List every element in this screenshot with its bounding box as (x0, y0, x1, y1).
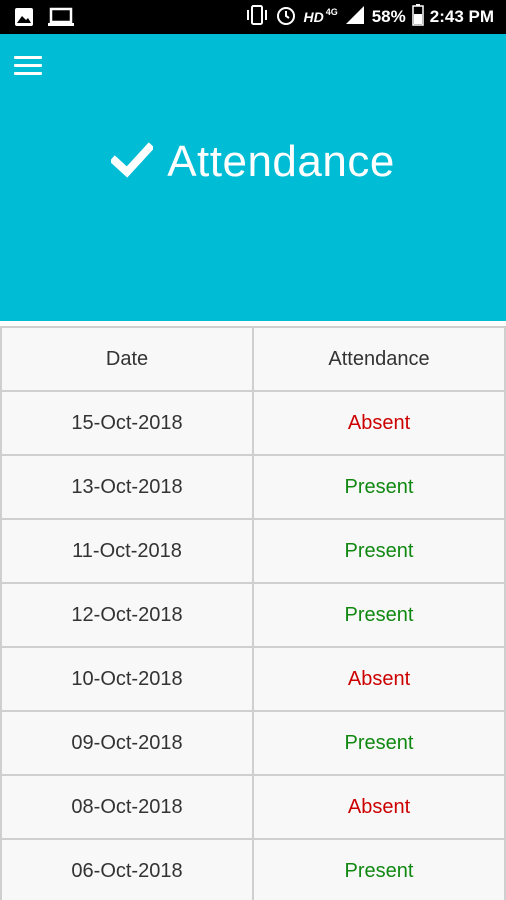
table-row: 15-Oct-2018 Absent (0, 390, 506, 456)
date-cell: 13-Oct-2018 (0, 454, 254, 520)
status-bar-system: HD 4G 58% 2:43 PM (245, 0, 494, 34)
table-row: 08-Oct-2018 Absent (0, 774, 506, 840)
battery-percent: 58% (371, 7, 406, 26)
table-row: 10-Oct-2018 Absent (0, 646, 506, 712)
status-bar-notifications (14, 7, 74, 32)
checkmark-icon (109, 141, 155, 183)
status-cell: Present (252, 838, 506, 900)
attendance-table-container: Date Attendance 15-Oct-2018 Absent 13-Oc… (0, 326, 506, 900)
app-header: Attendance (0, 34, 506, 321)
status-cell: Absent (252, 774, 506, 840)
status-cell: Present (252, 454, 506, 520)
table-row: 06-Oct-2018 Present (0, 838, 506, 900)
image-icon (14, 7, 34, 32)
status-cell: Absent (252, 390, 506, 456)
table-header-row: Date Attendance (0, 326, 506, 392)
column-header-attendance: Attendance (252, 326, 506, 392)
table-row: 13-Oct-2018 Present (0, 454, 506, 520)
status-cell: Absent (252, 646, 506, 712)
network-hd-label: HD (303, 9, 324, 25)
column-header-date: Date (0, 326, 254, 392)
battery-icon (412, 3, 424, 31)
date-cell: 10-Oct-2018 (0, 646, 254, 712)
date-cell: 12-Oct-2018 (0, 582, 254, 648)
date-cell: 15-Oct-2018 (0, 390, 254, 456)
page-title-container: Attendance (0, 132, 506, 192)
status-bar: HD 4G 58% 2:43 PM (0, 0, 506, 34)
status-cell: Present (252, 518, 506, 584)
date-cell: 11-Oct-2018 (0, 518, 254, 584)
signal-icon (344, 5, 366, 30)
attendance-table: Date Attendance 15-Oct-2018 Absent 13-Oc… (0, 326, 506, 900)
clock-time: 2:43 PM (429, 7, 494, 26)
page-title: Attendance (167, 137, 395, 186)
table-row: 11-Oct-2018 Present (0, 518, 506, 584)
hamburger-menu-icon[interactable] (12, 52, 44, 80)
date-cell: 09-Oct-2018 (0, 710, 254, 776)
alarm-icon (275, 4, 297, 31)
date-cell: 06-Oct-2018 (0, 838, 254, 900)
status-cell: Present (252, 582, 506, 648)
vibrate-icon (245, 4, 269, 30)
table-row: 12-Oct-2018 Present (0, 582, 506, 648)
network-type-label: 4G (325, 7, 338, 17)
status-cell: Present (252, 710, 506, 776)
date-cell: 08-Oct-2018 (0, 774, 254, 840)
laptop-icon (48, 7, 74, 32)
table-row: 09-Oct-2018 Present (0, 710, 506, 776)
